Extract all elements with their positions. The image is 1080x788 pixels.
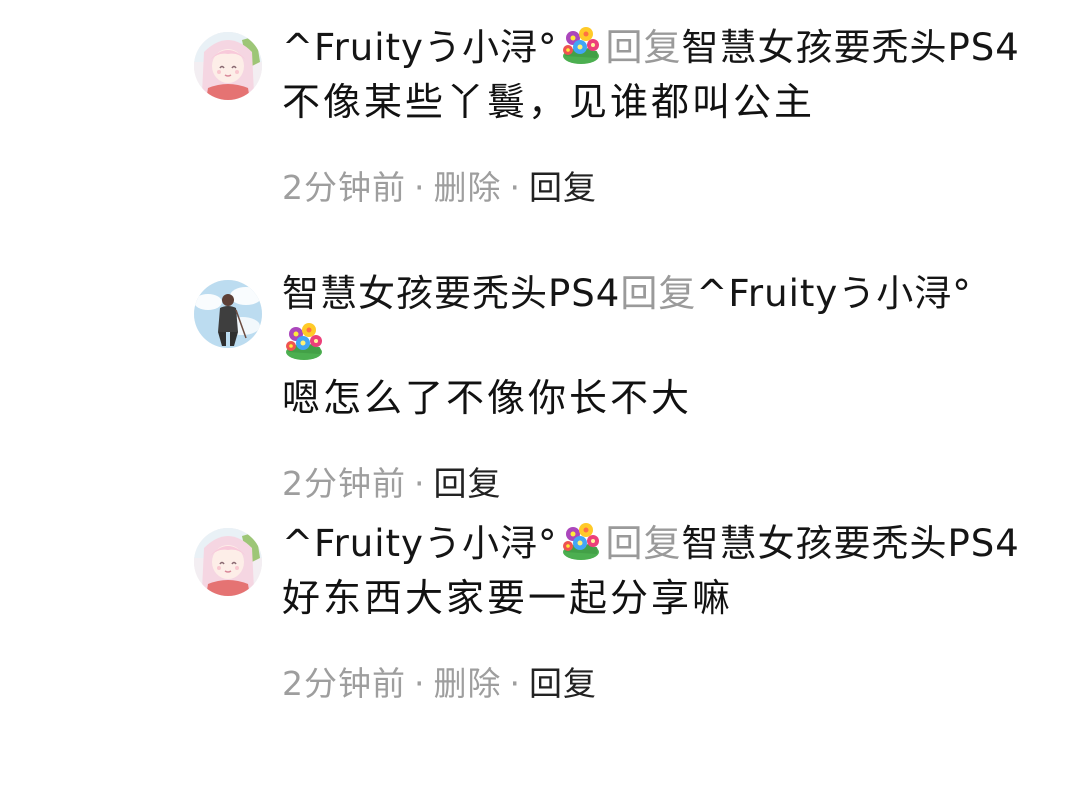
anime-girl-avatar-icon xyxy=(194,32,262,100)
reply-to-name[interactable]: 智慧女孩要秃头PS4 xyxy=(681,522,1019,565)
reply-button[interactable]: 回复 xyxy=(529,664,597,703)
avatar[interactable] xyxy=(194,528,262,596)
comment-header: ^Fruityう小浔° 回复智慧女孩要秃头PS4 xyxy=(282,22,1042,72)
author-name[interactable]: 智慧女孩要秃头PS4 xyxy=(282,272,620,315)
comment-header: ^Fruityう小浔° 回复智慧女孩要秃头PS4 xyxy=(282,518,1042,568)
comment-content: 智慧女孩要秃头PS4回复^Fruityう小浔° 嗯怎么了不像你长不大 2分钟前 ·… xyxy=(282,270,1042,506)
comment-time: 2分钟前 xyxy=(282,168,406,207)
flower-bouquet-icon xyxy=(559,22,603,66)
comment-header: 智慧女孩要秃头PS4回复^Fruityう小浔° xyxy=(282,270,1042,368)
comment-content: ^Fruityう小浔° 回复智慧女孩要秃头PS4 好东西大家要一起分享嘛 2分钟前… xyxy=(282,518,1042,706)
reply-word: 回复 xyxy=(620,272,697,315)
reply-to-name[interactable]: 智慧女孩要秃头PS4 xyxy=(681,26,1019,69)
comment-time: 2分钟前 xyxy=(282,664,406,703)
separator-dot: · xyxy=(509,664,521,703)
author-name[interactable]: ^Fruityう小浔° xyxy=(282,26,557,69)
delete-button[interactable]: 删除 xyxy=(434,168,502,207)
sky-figure-avatar-icon xyxy=(194,280,262,348)
reply-word: 回复 xyxy=(605,522,682,565)
comment-time: 2分钟前 xyxy=(282,464,406,503)
avatar[interactable] xyxy=(194,32,262,100)
separator-dot: · xyxy=(414,664,426,703)
reply-to-name[interactable]: ^Fruityう小浔° xyxy=(696,272,971,315)
comment-text: 嗯怎么了不像你长不大 xyxy=(282,376,693,420)
comment-text: 不像某些丫鬟，见谁都叫公主 xyxy=(282,80,816,124)
author-name[interactable]: ^Fruityう小浔° xyxy=(282,522,557,565)
separator-dot: · xyxy=(414,168,426,207)
flower-bouquet-icon xyxy=(559,518,603,562)
comment-meta: 2分钟前 · 回复 xyxy=(282,462,1042,506)
reply-word: 回复 xyxy=(605,26,682,69)
separator-dot: · xyxy=(509,168,521,207)
separator-dot: · xyxy=(414,464,426,503)
avatar[interactable] xyxy=(194,280,262,348)
anime-girl-avatar-icon xyxy=(194,528,262,596)
comment-content: ^Fruityう小浔° 回复智慧女孩要秃头PS4 不像某些丫鬟，见谁都叫公主 2分… xyxy=(282,22,1042,210)
comment-text: 好东西大家要一起分享嘛 xyxy=(282,576,734,620)
delete-button[interactable]: 删除 xyxy=(434,664,502,703)
comment-meta: 2分钟前 · 删除 · 回复 xyxy=(282,662,1042,706)
comment-meta: 2分钟前 · 删除 · 回复 xyxy=(282,166,1042,210)
flower-bouquet-icon xyxy=(282,318,326,362)
reply-button[interactable]: 回复 xyxy=(434,464,502,503)
reply-button[interactable]: 回复 xyxy=(529,168,597,207)
